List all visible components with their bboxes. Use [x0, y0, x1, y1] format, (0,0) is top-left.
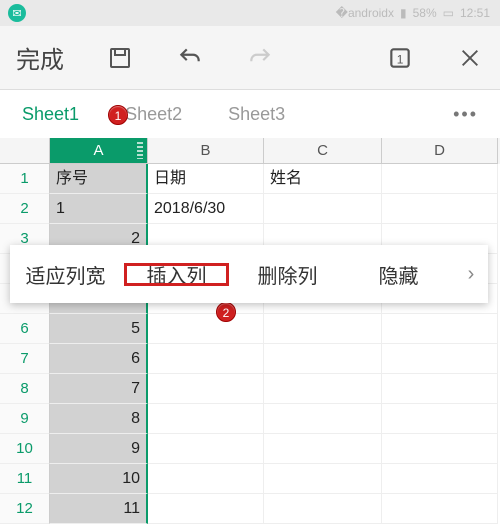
toolbar: 完成 1	[0, 26, 500, 90]
row-number[interactable]: 1	[0, 164, 50, 194]
cell[interactable]	[148, 344, 264, 374]
select-all-corner[interactable]	[0, 138, 50, 164]
clock: 12:51	[460, 6, 490, 20]
sheet-tabs: Sheet1 Sheet2 Sheet3 •••	[0, 90, 500, 138]
cell[interactable]	[264, 344, 382, 374]
cell[interactable]	[264, 404, 382, 434]
cell[interactable]	[148, 404, 264, 434]
column-context-menu: 适应列宽 插入列 删除列 隐藏 ›	[10, 245, 488, 303]
cell[interactable]	[148, 374, 264, 404]
window-tab-icon[interactable]: 1	[386, 44, 414, 72]
menu-delete-column[interactable]: 删除列	[232, 260, 343, 289]
row-number[interactable]: 8	[0, 374, 50, 404]
more-sheets-button[interactable]: •••	[453, 104, 478, 125]
col-header-D[interactable]: D	[382, 138, 498, 164]
row-number[interactable]: 9	[0, 404, 50, 434]
cell[interactable]	[264, 374, 382, 404]
row-number[interactable]: 12	[0, 494, 50, 524]
cell[interactable]	[382, 464, 498, 494]
cell[interactable]	[382, 494, 498, 524]
cell[interactable]: 6	[50, 344, 148, 374]
menu-insert-column[interactable]: 插入列	[121, 260, 232, 289]
cell[interactable]	[382, 194, 498, 224]
wifi-icon: �androidx	[336, 6, 394, 20]
table-row: 1211	[0, 494, 500, 524]
row-number[interactable]: 7	[0, 344, 50, 374]
table-row: 87	[0, 374, 500, 404]
close-icon[interactable]	[456, 44, 484, 72]
sheet-tab-2[interactable]: Sheet2	[125, 104, 182, 125]
cell[interactable]	[148, 314, 264, 344]
sheet-tab-1[interactable]: Sheet1	[22, 104, 79, 125]
row-number[interactable]: 11	[0, 464, 50, 494]
done-button[interactable]: 完成	[16, 40, 64, 75]
menu-more-arrow-icon[interactable]: ›	[454, 263, 488, 286]
cell[interactable]: 2018/6/30	[148, 194, 264, 224]
cell[interactable]	[264, 314, 382, 344]
row-number[interactable]: 2	[0, 194, 50, 224]
menu-fit-width[interactable]: 适应列宽	[10, 260, 121, 289]
cell[interactable]	[382, 404, 498, 434]
col-header-C[interactable]: C	[264, 138, 382, 164]
cell[interactable]: 姓名	[264, 164, 382, 194]
cell[interactable]: 1	[50, 194, 148, 224]
cell[interactable]	[382, 434, 498, 464]
table-row: 98	[0, 404, 500, 434]
spreadsheet-grid[interactable]: A B C D 1序号日期姓名212018/6/3032435465768798…	[0, 138, 500, 524]
cell[interactable]: 10	[50, 464, 148, 494]
svg-text:1: 1	[397, 52, 404, 66]
row-number[interactable]: 10	[0, 434, 50, 464]
battery-text: 58%	[413, 6, 437, 20]
annotation-badge-1: 1	[108, 105, 128, 125]
table-row: 76	[0, 344, 500, 374]
table-row: 1序号日期姓名	[0, 164, 500, 194]
status-bar: ✉ �androidx ▮ 58% ▭ 12:51	[0, 0, 500, 26]
save-icon[interactable]	[106, 44, 134, 72]
cell[interactable]	[264, 434, 382, 464]
undo-icon[interactable]	[176, 44, 204, 72]
col-header-B[interactable]: B	[148, 138, 264, 164]
cell[interactable]: 11	[50, 494, 148, 524]
cell[interactable]	[382, 374, 498, 404]
redo-icon[interactable]	[246, 44, 274, 72]
cell[interactable]: 8	[50, 404, 148, 434]
cell[interactable]	[148, 464, 264, 494]
col-header-A[interactable]: A	[50, 138, 148, 164]
cell[interactable]: 5	[50, 314, 148, 344]
table-row: 212018/6/30	[0, 194, 500, 224]
menu-hide-column[interactable]: 隐藏	[343, 260, 454, 289]
cell[interactable]	[264, 464, 382, 494]
table-row: 1110	[0, 464, 500, 494]
column-headers: A B C D	[0, 138, 500, 164]
row-number[interactable]: 6	[0, 314, 50, 344]
signal-icon: ▮	[400, 6, 407, 20]
cell[interactable]: 9	[50, 434, 148, 464]
battery-icon: ▭	[443, 6, 454, 20]
annotation-badge-2: 2	[216, 302, 236, 322]
app-badge-icon: ✉	[8, 4, 26, 22]
cell[interactable]: 序号	[50, 164, 148, 194]
cell[interactable]	[264, 494, 382, 524]
table-row: 109	[0, 434, 500, 464]
cell[interactable]	[264, 194, 382, 224]
table-row: 65	[0, 314, 500, 344]
cell[interactable]	[148, 494, 264, 524]
sheet-tab-3[interactable]: Sheet3	[228, 104, 285, 125]
cell[interactable]: 7	[50, 374, 148, 404]
cell[interactable]: 日期	[148, 164, 264, 194]
cell[interactable]	[382, 164, 498, 194]
cell[interactable]	[382, 314, 498, 344]
cell[interactable]	[148, 434, 264, 464]
cell[interactable]	[382, 344, 498, 374]
